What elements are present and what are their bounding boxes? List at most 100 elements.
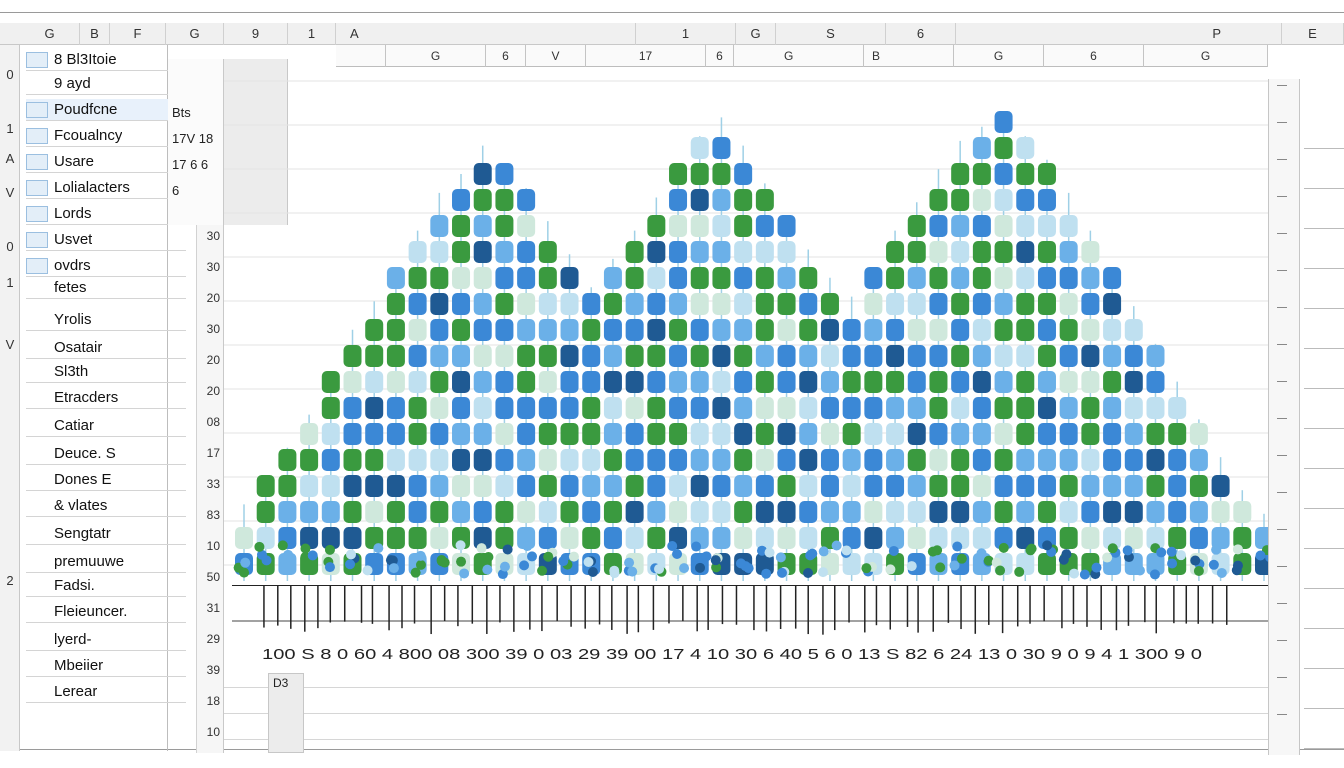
cell-d3[interactable]: D3 <box>268 673 304 753</box>
row-number[interactable]: 2 <box>0 573 20 588</box>
data-dot <box>1166 546 1177 557</box>
y-tick-label: 08 <box>206 415 220 429</box>
panel-item[interactable]: ovdrs <box>26 255 186 277</box>
data-point <box>495 475 514 497</box>
col-header-11[interactable]: 6 <box>886 23 956 45</box>
field-icon <box>26 127 48 144</box>
col-header-6[interactable]: 1 <box>288 23 336 45</box>
data-point <box>625 475 644 497</box>
col-header-1[interactable]: G <box>20 23 80 45</box>
data-point <box>625 293 644 315</box>
panel-item-label: Deuce. S <box>54 445 116 462</box>
sub-header-3[interactable]: V <box>526 45 586 67</box>
panel-item[interactable]: Poudfcne <box>26 99 186 121</box>
panel-item[interactable]: Deuce. S <box>26 443 186 465</box>
panel-item[interactable]: & vlates <box>26 495 186 517</box>
data-point <box>820 475 839 497</box>
panel-item[interactable]: 8 Bl3Itoie <box>26 49 186 71</box>
data-point <box>1103 319 1122 341</box>
col-header-7[interactable]: A <box>336 23 636 45</box>
sub-header-9[interactable]: 6 <box>1044 45 1144 67</box>
sub-header-7[interactable]: B <box>864 45 954 67</box>
data-point <box>560 267 579 289</box>
data-point <box>886 449 905 471</box>
sub-header-1[interactable]: G <box>386 45 486 67</box>
col-header-4[interactable]: G <box>166 23 224 45</box>
panel-item[interactable]: Yrolis <box>26 309 186 331</box>
row-number[interactable]: 0 <box>0 67 20 82</box>
data-point <box>625 449 644 471</box>
row-number[interactable]: 1 <box>0 121 20 136</box>
data-point <box>886 267 905 289</box>
col-header-13[interactable]: E <box>1282 23 1344 45</box>
col-header-2[interactable]: B <box>80 23 110 45</box>
sub-header-4[interactable]: 17 <box>586 45 706 67</box>
panel-item[interactable]: lyerd- <box>26 629 186 651</box>
panel-item[interactable]: Usvet <box>26 229 186 251</box>
data-point <box>256 501 275 523</box>
panel-item[interactable]: Lolialacters <box>26 177 186 199</box>
panel-item[interactable]: Osatair <box>26 337 186 359</box>
col-header-12[interactable]: P <box>956 23 1282 45</box>
col-header-5[interactable]: 9 <box>224 23 288 45</box>
chart-area[interactable] <box>224 69 1270 589</box>
col-header-3[interactable]: F <box>110 23 166 45</box>
data-point <box>799 371 818 393</box>
data-dot <box>410 567 421 578</box>
panel-item[interactable]: premuuwe <box>26 551 186 573</box>
panel-item[interactable]: Fadsi. <box>26 575 186 597</box>
sub-header-10[interactable]: G <box>1144 45 1268 67</box>
data-point <box>886 241 905 263</box>
data-point <box>907 371 926 393</box>
panel-item[interactable]: Sl3th <box>26 361 186 383</box>
panel-item[interactable]: Usare <box>26 151 186 173</box>
data-point <box>517 189 536 211</box>
col-header-10[interactable]: S <box>776 23 886 45</box>
panel-item[interactable]: Lords <box>26 203 186 225</box>
panel-item[interactable]: Etracders <box>26 387 186 409</box>
row-number[interactable]: 0 <box>0 239 20 254</box>
row-number[interactable]: V <box>0 337 20 352</box>
data-dot <box>1014 566 1025 577</box>
data-point <box>755 241 774 263</box>
row-number[interactable]: 1 <box>0 275 20 290</box>
panel-item[interactable]: 9 ayd <box>26 73 186 95</box>
panel-item[interactable]: Catiar <box>26 415 186 437</box>
data-point <box>1146 423 1165 445</box>
data-point <box>430 397 449 419</box>
panel-item[interactable]: Dones E <box>26 469 186 491</box>
data-point <box>1124 319 1143 341</box>
panel-item[interactable]: Lerear <box>26 681 186 703</box>
data-point <box>712 189 731 211</box>
sub-header-5[interactable]: 6 <box>706 45 734 67</box>
data-point <box>495 241 514 263</box>
row-number[interactable]: A <box>0 151 20 166</box>
data-point <box>929 241 948 263</box>
data-point <box>1037 163 1056 185</box>
data-point <box>799 267 818 289</box>
data-point <box>408 527 427 549</box>
data-dot <box>1232 544 1243 555</box>
data-point <box>1103 397 1122 419</box>
data-point <box>972 423 991 445</box>
data-point <box>951 371 970 393</box>
sub-header-2[interactable]: 6 <box>486 45 526 67</box>
data-point <box>538 475 557 497</box>
panel-item[interactable]: fetes <box>26 277 186 299</box>
data-dot <box>1216 567 1227 578</box>
data-point <box>625 345 644 367</box>
panel-item[interactable]: Fleieuncer. <box>26 601 186 623</box>
data-dot <box>324 544 335 555</box>
col-header-9[interactable]: G <box>736 23 776 45</box>
panel-item[interactable]: Fcoualncy <box>26 125 186 147</box>
row-number[interactable]: V <box>0 185 20 200</box>
data-point <box>951 267 970 289</box>
data-dot <box>307 550 318 561</box>
sub-header-6[interactable]: G <box>734 45 864 67</box>
data-point <box>842 501 861 523</box>
sub-header-8[interactable]: G <box>954 45 1044 67</box>
panel-item[interactable]: Sengtatr <box>26 523 186 545</box>
data-point <box>734 163 753 185</box>
panel-item[interactable]: Mbeiier <box>26 655 186 677</box>
col-header-8[interactable]: 1 <box>636 23 736 45</box>
